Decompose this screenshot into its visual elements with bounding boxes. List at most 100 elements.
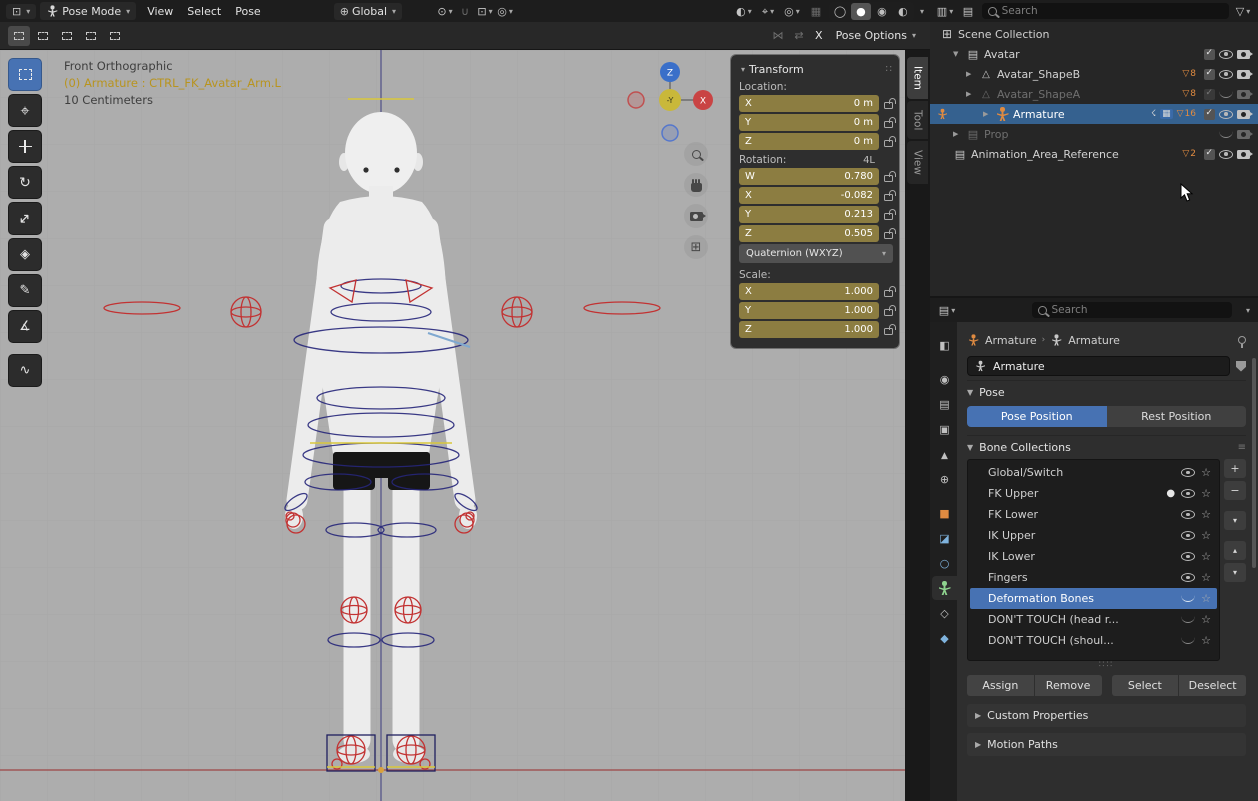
properties-options-icon[interactable]: ▾	[1246, 306, 1250, 315]
solo-star-icon[interactable]	[1201, 529, 1211, 542]
render-visibility-icon[interactable]	[1237, 50, 1250, 59]
selection-mode-button[interactable]	[8, 26, 30, 46]
hide-eye-icon[interactable]	[1219, 110, 1233, 119]
lock-icon[interactable]	[884, 309, 893, 316]
lock-icon[interactable]	[884, 102, 893, 109]
header-icon-button[interactable]: ◎ ▾	[496, 3, 514, 20]
bone-collection-row[interactable]: FK Lower	[970, 504, 1217, 525]
viewport-toggle-button[interactable]: ◐ ▾	[735, 3, 753, 20]
tool-button[interactable]	[8, 274, 42, 307]
visibility-eye-icon[interactable]	[1181, 510, 1195, 519]
custom-properties-section[interactable]: ▶ Custom Properties	[967, 704, 1246, 727]
pan-button[interactable]	[684, 173, 708, 197]
rotation-field[interactable]: Z 0.505	[739, 225, 879, 242]
axis-negz-ball[interactable]	[662, 125, 678, 141]
remove-collection-button[interactable]: −	[1224, 481, 1246, 500]
solo-star-icon[interactable]	[1201, 592, 1211, 605]
panel-menu-icon[interactable]: ≡	[1238, 442, 1246, 453]
pose-position-button[interactable]: Pose Position	[967, 406, 1107, 427]
outliner-row[interactable]: ▶ Avatar_ShapeB 8	[930, 64, 1258, 84]
expand-caret[interactable]: ▶	[966, 90, 975, 98]
outliner-row[interactable]: ▶ Prop	[930, 124, 1258, 144]
solo-star-icon[interactable]	[1201, 550, 1211, 563]
outliner-search[interactable]	[982, 3, 1229, 19]
tool-button[interactable]	[8, 238, 42, 271]
properties-search[interactable]	[1032, 302, 1232, 318]
viewport-toggle-button[interactable]: ⌖ ▾	[759, 3, 777, 20]
motion-paths-section[interactable]: ▶ Motion Paths	[967, 733, 1246, 756]
tool-button[interactable]	[8, 202, 42, 235]
camera-view-button[interactable]	[684, 204, 708, 228]
3d-viewport[interactable]: Front Orthographic (0) Armature : CTRL_F…	[0, 50, 905, 801]
visibility-eye-icon[interactable]	[1181, 531, 1195, 540]
outliner-row[interactable]: Animation_Area_Reference 2	[930, 144, 1258, 164]
lock-icon[interactable]	[884, 175, 893, 182]
shading-mode-button[interactable]: ◉	[872, 3, 892, 20]
orientation-dropdown[interactable]: ⊕ Global ▾	[334, 3, 402, 20]
move-up-button[interactable]: ▴	[1224, 541, 1246, 560]
visibility-eye-closed-icon[interactable]	[1181, 616, 1195, 623]
solo-star-icon[interactable]	[1201, 466, 1211, 479]
bone-collection-row[interactable]: IK Lower	[970, 546, 1217, 567]
selectable-checkbox[interactable]	[1204, 49, 1215, 60]
selectable-checkbox[interactable]	[1204, 109, 1215, 120]
outliner-row[interactable]: ▶ Avatar_ShapeA 8	[930, 84, 1258, 104]
scale-field[interactable]: Z 1.000	[739, 321, 879, 338]
render-visibility-icon[interactable]	[1237, 90, 1250, 99]
render-visibility-icon[interactable]	[1237, 130, 1250, 139]
location-field[interactable]: X 0 m	[739, 95, 879, 112]
lock-icon[interactable]	[884, 121, 893, 128]
selection-mode-button[interactable]	[104, 26, 126, 46]
lock-icon[interactable]	[884, 232, 893, 239]
shading-mode-button[interactable]: ●	[851, 3, 871, 20]
selectable-checkbox[interactable]	[1204, 89, 1215, 100]
properties-tab[interactable]	[932, 417, 957, 441]
lock-icon[interactable]	[884, 194, 893, 201]
bone-collection-row[interactable]: IK Upper	[970, 525, 1217, 546]
viewport-toggle-button[interactable]: ▦	[807, 3, 825, 20]
visibility-eye-icon[interactable]	[1181, 468, 1195, 477]
outliner-row[interactable]: Scene Collection	[930, 24, 1258, 44]
pin-icon[interactable]	[1238, 336, 1246, 344]
lock-icon[interactable]	[884, 328, 893, 335]
render-visibility-icon[interactable]	[1237, 70, 1250, 79]
assign-button[interactable]: Assign	[967, 675, 1034, 696]
collection-specials-button[interactable]: ▾	[1224, 511, 1246, 530]
properties-tab[interactable]	[932, 367, 957, 391]
toggle-ortho-button[interactable]: ⊞	[684, 235, 708, 259]
rotation-field[interactable]: Y 0.213	[739, 206, 879, 223]
deselect-button[interactable]: Deselect	[1179, 675, 1246, 696]
visibility-eye-icon[interactable]	[1181, 489, 1195, 498]
solo-star-icon[interactable]	[1201, 508, 1211, 521]
render-visibility-icon[interactable]	[1237, 150, 1250, 159]
sidebar-tab[interactable]: Item	[907, 57, 928, 99]
datablock-name-field[interactable]: Armature	[967, 356, 1230, 376]
outliner-display-mode-button[interactable]: ▥ ▾	[936, 3, 954, 20]
axis-negx-ball[interactable]	[628, 92, 644, 108]
menu-item[interactable]: View	[140, 3, 180, 20]
tool-button[interactable]	[8, 310, 42, 343]
properties-tab[interactable]	[932, 526, 957, 550]
bone-collection-row[interactable]: DON'T TOUCH (head r...	[970, 609, 1217, 630]
sidebar-tab[interactable]: Tool	[907, 101, 928, 139]
rotation-field[interactable]: W 0.780	[739, 168, 879, 185]
menu-item[interactable]: Pose	[228, 3, 267, 20]
visibility-eye-closed-icon[interactable]	[1181, 637, 1195, 644]
hide-eye-icon[interactable]	[1219, 70, 1233, 79]
mirror-x-label[interactable]: X	[815, 29, 823, 42]
outliner-search-input[interactable]	[1002, 5, 1223, 17]
properties-tab[interactable]	[932, 551, 957, 575]
render-visibility-icon[interactable]	[1237, 110, 1250, 119]
new-collection-button[interactable]: ▤	[959, 3, 977, 20]
breadcrumb-data[interactable]: Armature	[1068, 334, 1120, 347]
properties-tab[interactable]	[932, 576, 957, 600]
properties-tab[interactable]	[932, 601, 957, 625]
solo-star-icon[interactable]	[1201, 613, 1211, 626]
bone-collection-row[interactable]: Fingers	[970, 567, 1217, 588]
solo-star-icon[interactable]	[1201, 487, 1211, 500]
fake-user-shield-icon[interactable]	[1236, 361, 1246, 372]
breadcrumb-object[interactable]: Armature	[985, 334, 1037, 347]
outliner-row[interactable]: ▼ Avatar	[930, 44, 1258, 64]
hide-eye-icon[interactable]	[1219, 50, 1233, 59]
tool-button[interactable]	[8, 354, 42, 387]
